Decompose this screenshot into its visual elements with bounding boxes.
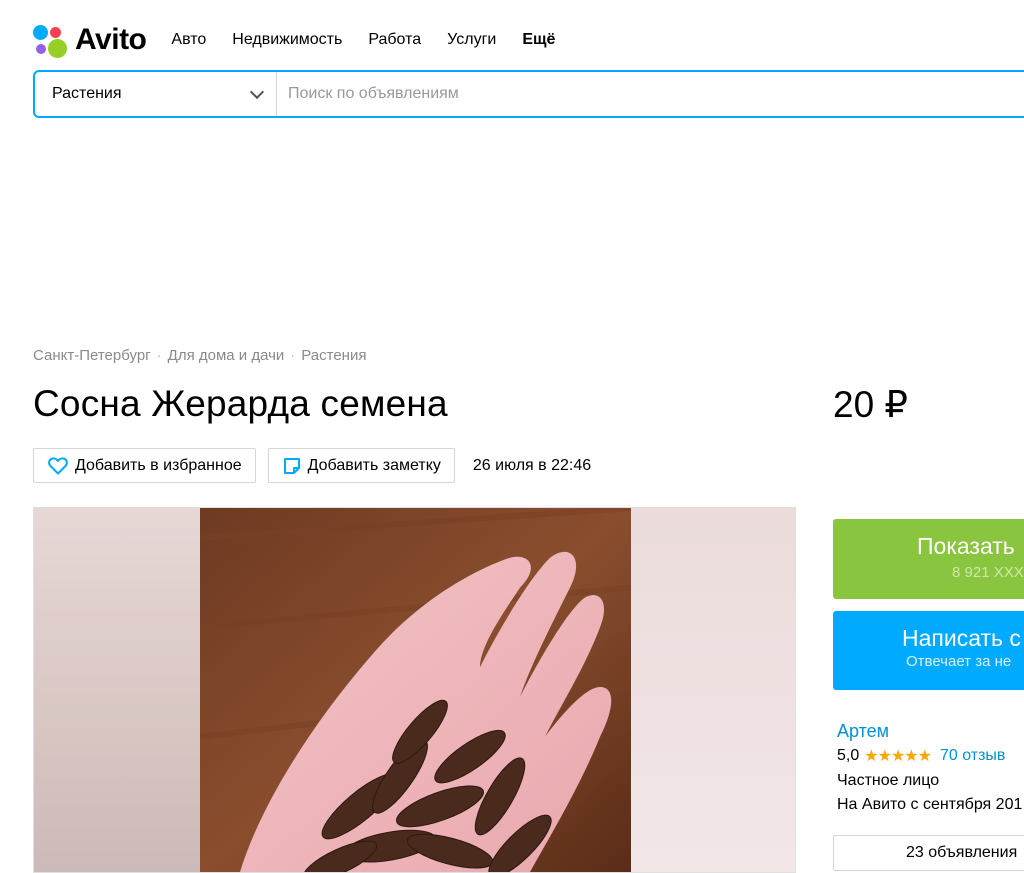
- write-message-label: Написать с: [902, 625, 1021, 651]
- add-note-label: Добавить заметку: [307, 456, 441, 474]
- main-nav: Авто Недвижимость Работа Услуги Ещё: [171, 31, 555, 49]
- photo-gallery[interactable]: [33, 507, 796, 873]
- logo-dots-icon: [33, 22, 69, 58]
- category-select-value: Растения: [52, 85, 122, 102]
- category-select[interactable]: Растения: [35, 72, 277, 116]
- chevron-down-icon: [249, 84, 265, 99]
- breadcrumb-category[interactable]: Для дома и дачи: [168, 347, 285, 364]
- breadcrumb-separator: ·: [290, 347, 296, 364]
- seller-type: Частное лицо: [837, 772, 940, 789]
- listing-date: 26 июля в 22:46: [472, 456, 592, 474]
- seller-rating: 5,0 ★★★★★ 70 отзыв: [837, 746, 1005, 766]
- breadcrumb: Санкт-Петербург · Для дома и дачи · Раст…: [33, 347, 366, 364]
- add-note-button[interactable]: Добавить заметку: [267, 448, 455, 483]
- nav-item-realty[interactable]: Недвижимость: [232, 31, 342, 49]
- note-icon: [283, 457, 300, 474]
- add-favorite-label: Добавить в избранное: [75, 456, 242, 474]
- reviews-link[interactable]: 70 отзыв: [940, 747, 1005, 765]
- listing-photo[interactable]: [200, 508, 631, 872]
- nav-item-services[interactable]: Услуги: [447, 31, 496, 49]
- write-message-button[interactable]: Написать с Отвечает за не: [833, 611, 1024, 690]
- nav-item-jobs[interactable]: Работа: [368, 31, 421, 49]
- seller-ads-button[interactable]: 23 объявления: [833, 835, 1024, 871]
- header: Avito Авто Недвижимость Работа Услуги Ещ…: [33, 20, 555, 60]
- logo-text: Avito: [75, 23, 147, 56]
- show-phone-label: Показать: [917, 533, 1015, 559]
- listing-title: Сосна Жерарда семена: [33, 383, 448, 424]
- listing-actions: Добавить в избранное Добавить заметку 26…: [33, 448, 591, 483]
- breadcrumb-city[interactable]: Санкт-Петербург: [33, 347, 151, 364]
- seller-name[interactable]: Артем: [837, 721, 889, 742]
- show-phone-button[interactable]: Показать 8 921 XXX: [833, 519, 1024, 599]
- phone-masked: 8 921 XXX: [952, 564, 1024, 581]
- listing-price: 20 ₽: [833, 384, 908, 425]
- breadcrumb-subcategory[interactable]: Растения: [301, 347, 366, 364]
- add-favorite-button[interactable]: Добавить в избранное: [33, 448, 256, 483]
- heart-icon: [48, 456, 68, 474]
- breadcrumb-separator: ·: [156, 347, 162, 364]
- search-bar: Растения: [33, 70, 1024, 118]
- rating-value: 5,0: [837, 747, 860, 764]
- search-input[interactable]: [277, 72, 1024, 116]
- gallery-blur-left: [34, 508, 200, 872]
- response-time: Отвечает за не: [906, 653, 1012, 670]
- avito-logo[interactable]: Avito: [33, 22, 147, 58]
- nav-item-more[interactable]: Ещё: [522, 31, 555, 49]
- seller-since: На Авито с сентября 201: [837, 796, 1023, 813]
- nav-item-auto[interactable]: Авто: [171, 31, 206, 49]
- gallery-blur-right: [629, 508, 795, 872]
- star-rating-icon: ★★★★★: [864, 748, 932, 765]
